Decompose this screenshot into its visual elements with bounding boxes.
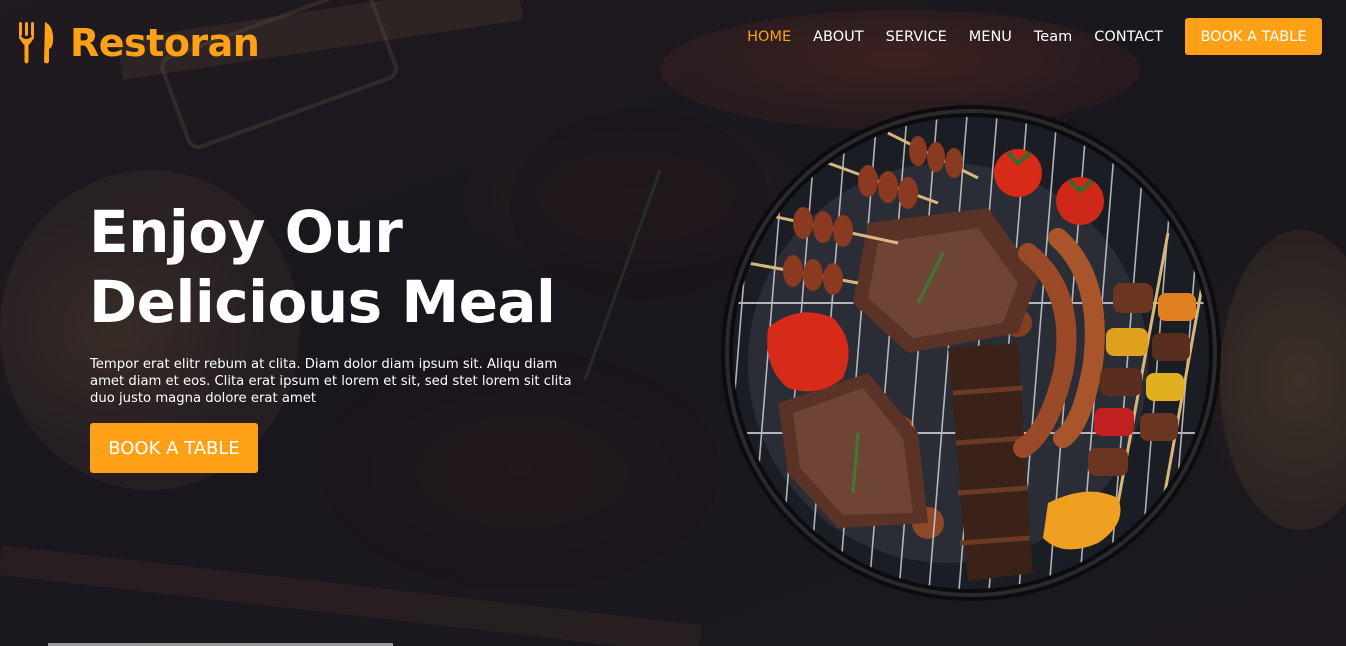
brand-name: Restoran: [70, 21, 260, 65]
nav-item-about[interactable]: ABOUT: [813, 27, 864, 47]
hero-description: Tempor erat elitr rebum at clita. Diam d…: [90, 357, 572, 406]
grill-image: [721, 105, 1221, 601]
nav-item-team[interactable]: Team: [1034, 27, 1072, 47]
nav-item-service[interactable]: SERVICE: [886, 27, 947, 47]
hero-title-line-2: Delicious Meal: [89, 268, 556, 336]
hero-title-line-1: Enjoy Our: [89, 198, 403, 266]
hero-title: Enjoy Our Delicious Meal: [89, 197, 609, 337]
brand-logo[interactable]: Restoran: [16, 18, 260, 68]
main-nav: HOME ABOUT SERVICE MENU Team CONTACT: [747, 27, 1163, 47]
utensils-icon: [19, 22, 54, 64]
hero-book-table-button[interactable]: BOOK A TABLE: [90, 423, 258, 473]
nav-item-home[interactable]: HOME: [747, 27, 791, 47]
nav-item-contact[interactable]: CONTACT: [1094, 27, 1163, 47]
nav-book-table-button[interactable]: BOOK A TABLE: [1185, 18, 1322, 55]
nav-item-menu[interactable]: MENU: [969, 27, 1012, 47]
